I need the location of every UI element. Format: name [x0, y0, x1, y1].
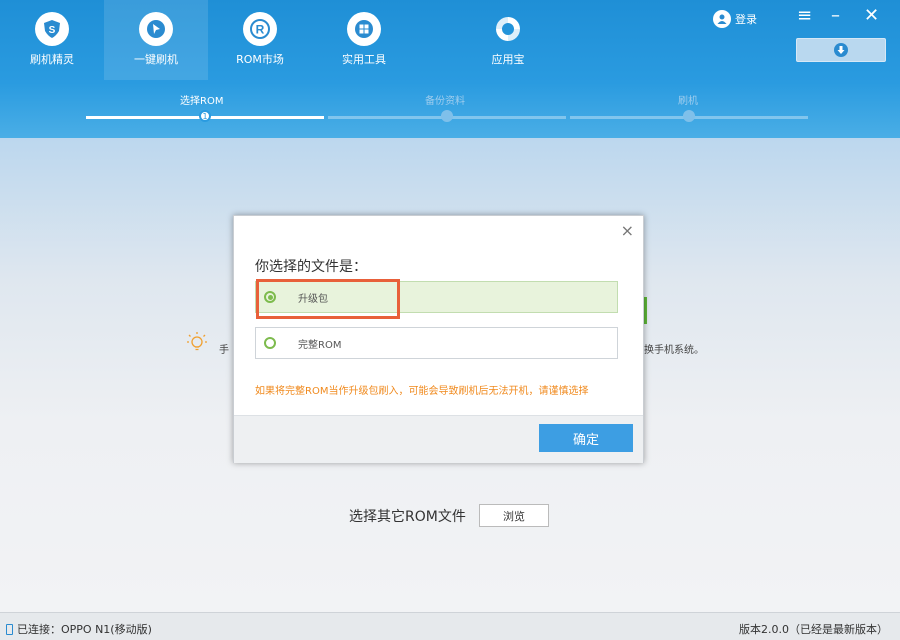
- step-marker: [683, 110, 695, 122]
- close-icon[interactable]: ×: [621, 221, 634, 240]
- status-bar: 已连接：OPPO N1(移动版) 版本2.0.0（已经是最新版本）: [0, 612, 900, 640]
- menu-icon[interactable]: ≡: [797, 4, 812, 28]
- nav-item-one-click-flash[interactable]: 一键刷机: [104, 0, 208, 80]
- svg-text:R: R: [256, 23, 265, 37]
- nav-label: 刷机精灵: [30, 53, 74, 66]
- nav-item-tools[interactable]: 实用工具: [312, 0, 416, 80]
- download-button[interactable]: [796, 38, 886, 62]
- hint-text-right: 换手机系统。: [644, 345, 704, 356]
- dialog-title: 你选择的文件是：: [255, 259, 367, 275]
- highlight-annotation: [256, 279, 400, 319]
- download-icon: [834, 43, 848, 57]
- nav-item-flash-wizard[interactable]: S 刷机精灵: [0, 0, 104, 80]
- confirm-button[interactable]: 确定: [539, 424, 633, 452]
- nav-label: 一键刷机: [134, 53, 178, 66]
- minimize-icon[interactable]: –: [831, 4, 840, 28]
- grid-icon: [347, 12, 381, 46]
- svg-text:S: S: [49, 25, 56, 36]
- step-marker: 1: [199, 110, 211, 122]
- file-type-dialog: × 你选择的文件是： 升级包 完整ROM 如果将完整ROM当作升级包刷入，可能会…: [233, 215, 644, 463]
- user-icon: [713, 10, 731, 28]
- connection-status: 已连接：OPPO N1(移动版): [6, 621, 152, 637]
- app-store-icon: [491, 12, 525, 46]
- header: S 刷机精灵 一键刷机 R ROM市场 实用工具 应用宝 登录 ≡ – ✕ 选择…: [0, 0, 900, 138]
- radio-unselected-icon[interactable]: [264, 337, 276, 349]
- version-text: 版本2.0.0（已经是最新版本）: [739, 623, 888, 636]
- close-window-icon[interactable]: ✕: [864, 4, 879, 28]
- phone-icon: [6, 623, 13, 635]
- hint-text-left: 手: [219, 345, 229, 356]
- nav-item-app-store[interactable]: 应用宝: [456, 0, 560, 80]
- warning-text: 如果将完整ROM当作升级包刷入，可能会导致刷机后无法开机，请谨慎选择: [255, 386, 589, 397]
- nav-item-rom-market[interactable]: R ROM市场: [208, 0, 312, 80]
- other-rom-label: 选择其它ROM文件: [349, 509, 466, 525]
- browse-button[interactable]: 浏览: [479, 504, 549, 527]
- r-circle-icon: R: [243, 12, 277, 46]
- option-full-rom[interactable]: 完整ROM: [255, 327, 618, 359]
- login-button[interactable]: 登录: [713, 10, 757, 28]
- dialog-footer: 确定: [234, 415, 643, 463]
- step-label-flash: 刷机: [678, 96, 698, 107]
- step-label-backup: 备份资料: [425, 96, 465, 107]
- nav-label: 应用宝: [491, 53, 525, 66]
- shield-s-icon: S: [35, 12, 69, 46]
- cursor-icon: [139, 12, 173, 46]
- connection-text: 已连接：OPPO N1(移动版): [17, 623, 152, 636]
- lightbulb-icon: [187, 332, 207, 351]
- option-label: 完整ROM: [298, 339, 342, 351]
- login-label: 登录: [735, 13, 757, 26]
- nav-label: ROM市场: [236, 53, 284, 66]
- nav-label: 实用工具: [342, 53, 386, 66]
- step-marker: [441, 110, 453, 122]
- step-label-select-rom: 选择ROM: [180, 96, 224, 107]
- app-window: S 刷机精灵 一键刷机 R ROM市场 实用工具 应用宝 登录 ≡ – ✕ 选择…: [0, 0, 900, 640]
